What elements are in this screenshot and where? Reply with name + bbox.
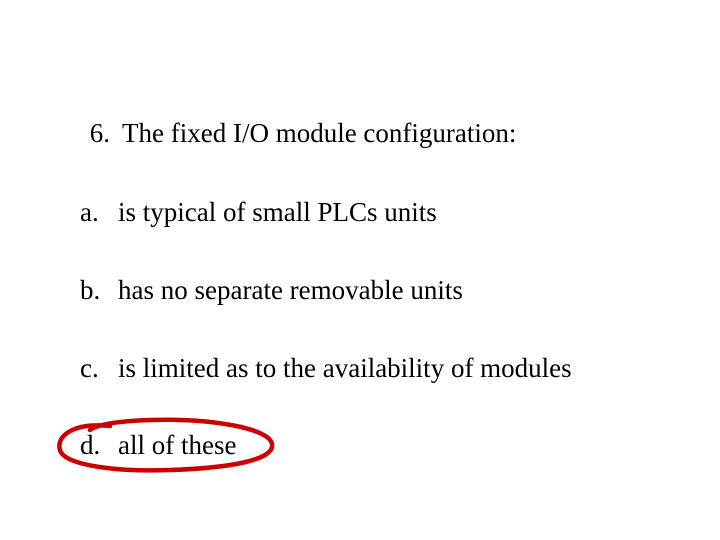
slide: 6. The fixed I/O module configuration: a.… [0,0,720,540]
option-d-text: all of these [118,430,236,460]
question-text: The fixed I/O module configuration: [122,118,516,148]
option-d: d. all of these [80,430,236,461]
option-a-letter: a. [80,197,104,228]
option-b-text: has no separate removable units [118,275,463,305]
option-a-text: is typical of small PLCs units [118,197,437,227]
question-number: 6. [78,118,110,149]
option-c: c. is limited as to the availability of m… [80,353,572,384]
option-c-text: is limited as to the availability of mod… [118,353,572,383]
option-b-letter: b. [80,275,104,306]
option-d-letter: d. [80,430,104,461]
option-c-letter: c. [80,353,104,384]
option-b: b. has no separate removable units [80,275,463,306]
question-line: 6. The fixed I/O module configuration: [78,118,516,149]
option-a: a. is typical of small PLCs units [80,197,437,228]
